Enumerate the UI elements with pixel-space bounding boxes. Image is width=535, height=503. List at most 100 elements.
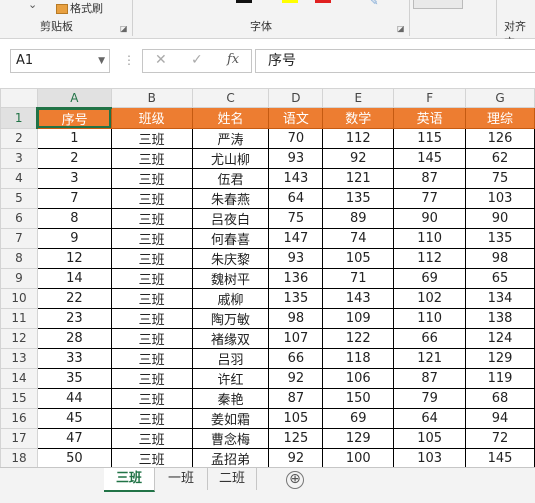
cell[interactable]: 35 xyxy=(36,367,112,389)
cell[interactable]: 孟招弟 xyxy=(191,447,270,469)
cell[interactable]: 47 xyxy=(36,427,112,449)
cell[interactable]: 三班 xyxy=(110,427,193,449)
cell[interactable]: 班级 xyxy=(110,107,193,129)
cell[interactable]: 89 xyxy=(322,207,395,229)
column-header[interactable]: A xyxy=(36,88,112,109)
cell[interactable]: 三班 xyxy=(110,127,193,149)
cell[interactable]: 伍君 xyxy=(191,167,270,189)
cell[interactable]: 126 xyxy=(465,127,535,149)
cell[interactable]: 150 xyxy=(322,387,395,409)
row-header[interactable]: 11 xyxy=(0,307,38,329)
cell[interactable]: 92 xyxy=(268,447,324,469)
column-header[interactable]: B xyxy=(110,88,193,108)
insert-function-icon[interactable]: fx xyxy=(227,52,239,67)
highlight-color-swatch[interactable] xyxy=(282,0,298,3)
splitter-handle[interactable]: ⋮ xyxy=(123,53,136,67)
cell[interactable]: 103 xyxy=(465,187,535,209)
cell[interactable]: 129 xyxy=(465,347,535,369)
cell[interactable]: 姓名 xyxy=(191,107,270,129)
cell[interactable]: 105 xyxy=(268,407,324,429)
cell[interactable]: 134 xyxy=(465,287,535,309)
cell[interactable]: 135 xyxy=(268,287,324,309)
cell[interactable]: 75 xyxy=(268,207,324,229)
cell[interactable]: 44 xyxy=(36,387,112,409)
row-header[interactable]: 5 xyxy=(0,187,38,209)
cell[interactable]: 三班 xyxy=(110,447,193,469)
cell[interactable]: 尤山柳 xyxy=(191,147,270,169)
cell[interactable]: 英语 xyxy=(393,107,467,129)
cell[interactable]: 70 xyxy=(268,127,324,149)
cell[interactable]: 三班 xyxy=(110,167,193,189)
enter-icon[interactable]: ✓ xyxy=(191,52,203,68)
cell[interactable]: 三班 xyxy=(110,387,193,409)
cell[interactable]: 褚缘双 xyxy=(191,327,270,349)
cell[interactable]: 64 xyxy=(268,187,324,209)
sheet-tab[interactable]: 二班 xyxy=(208,468,257,490)
cell[interactable]: 102 xyxy=(393,287,467,309)
row-header[interactable]: 1 xyxy=(0,107,39,129)
column-header[interactable]: C xyxy=(191,88,270,108)
cell[interactable]: 22 xyxy=(36,287,112,309)
cell[interactable]: 秦艳 xyxy=(191,387,270,409)
cell[interactable]: 数学 xyxy=(322,107,395,129)
cell[interactable]: 136 xyxy=(268,267,324,289)
cell[interactable]: 110 xyxy=(393,307,467,329)
cell[interactable]: 90 xyxy=(465,207,535,229)
name-box[interactable]: A1 ▼ xyxy=(10,49,110,73)
cell[interactable]: 138 xyxy=(465,307,535,329)
cell[interactable]: 三班 xyxy=(110,407,193,429)
cell[interactable]: 69 xyxy=(322,407,395,429)
row-header[interactable]: 15 xyxy=(0,387,38,409)
cell[interactable]: 50 xyxy=(36,447,112,469)
column-header[interactable]: G xyxy=(465,88,535,108)
cell[interactable]: 92 xyxy=(322,147,395,169)
row-header[interactable]: 14 xyxy=(0,367,38,389)
formula-input[interactable]: 序号 xyxy=(255,49,535,73)
cell[interactable]: 125 xyxy=(268,427,324,449)
cell[interactable]: 115 xyxy=(393,127,467,149)
add-sheet-icon[interactable]: ⊕ xyxy=(286,471,304,489)
cell[interactable]: 87 xyxy=(268,387,324,409)
cell[interactable]: 93 xyxy=(268,147,324,169)
cell[interactable]: 33 xyxy=(36,347,112,369)
cell[interactable]: 三班 xyxy=(110,187,193,209)
sheet-tab[interactable]: 三班 xyxy=(104,468,155,492)
cell[interactable]: 106 xyxy=(322,367,395,389)
cell[interactable]: 戚柳 xyxy=(191,287,270,309)
cell[interactable]: 三班 xyxy=(110,367,193,389)
cell[interactable]: 112 xyxy=(393,247,467,269)
cell[interactable]: 3 xyxy=(36,167,112,189)
row-header[interactable]: 13 xyxy=(0,347,38,369)
cell[interactable]: 何春喜 xyxy=(191,227,270,249)
cell[interactable]: 三班 xyxy=(110,307,193,329)
cell[interactable]: 145 xyxy=(465,447,535,469)
cell[interactable]: 66 xyxy=(268,347,324,369)
worksheet-grid[interactable]: A B C D E F G 1 序号 班级 姓名 语文 数学 英语 理综 21三… xyxy=(0,88,535,489)
cell[interactable]: 87 xyxy=(393,367,467,389)
cell[interactable]: 135 xyxy=(465,227,535,249)
cell[interactable]: 许红 xyxy=(191,367,270,389)
cell[interactable]: 100 xyxy=(322,447,395,469)
cell[interactable]: 98 xyxy=(465,247,535,269)
font-launcher-icon[interactable]: ◪ xyxy=(397,24,405,33)
row-header[interactable]: 8 xyxy=(0,247,38,269)
cell[interactable]: 69 xyxy=(393,267,467,289)
cell[interactable]: 理综 xyxy=(465,107,535,129)
cell[interactable]: 62 xyxy=(465,147,535,169)
cell[interactable]: 105 xyxy=(322,247,395,269)
row-header[interactable]: 3 xyxy=(0,147,38,169)
column-header[interactable]: F xyxy=(393,88,467,108)
cell[interactable]: 23 xyxy=(36,307,112,329)
phonetic-icon[interactable]: ✎ xyxy=(370,0,378,8)
cell[interactable]: 121 xyxy=(322,167,395,189)
cell[interactable]: 1 xyxy=(36,127,112,149)
cell[interactable]: 119 xyxy=(465,367,535,389)
cell[interactable]: 121 xyxy=(393,347,467,369)
font-color-swatch[interactable] xyxy=(236,0,252,3)
cell[interactable]: 90 xyxy=(393,207,467,229)
cell[interactable]: 129 xyxy=(322,427,395,449)
alignment-button[interactable] xyxy=(413,0,463,9)
sheet-tab[interactable]: 一班 xyxy=(155,468,208,490)
cell[interactable]: 28 xyxy=(36,327,112,349)
format-painter-button[interactable]: 格式刷 xyxy=(56,0,103,16)
